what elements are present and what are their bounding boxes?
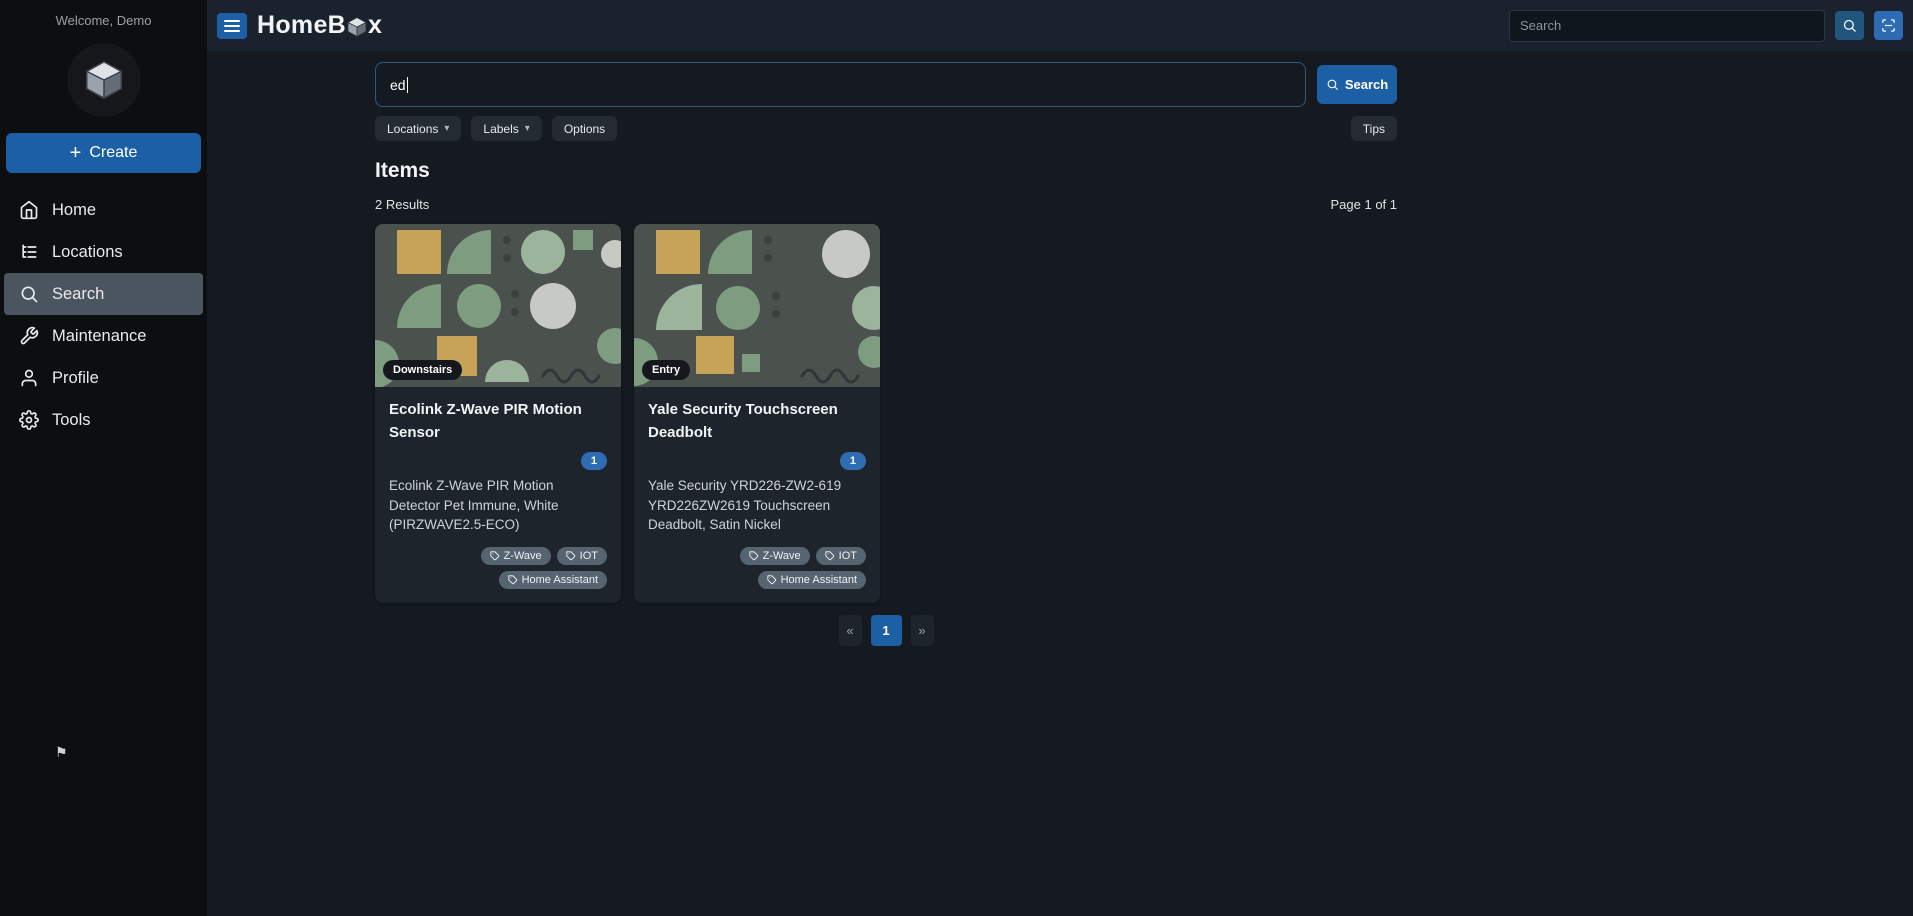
home-icon bbox=[20, 200, 38, 220]
box-logo-icon bbox=[85, 60, 122, 100]
tag-label: Home Assistant bbox=[780, 573, 857, 586]
sidebar-item-label: Locations bbox=[52, 242, 123, 261]
tag-icon bbox=[748, 551, 758, 560]
sidebar-item-home[interactable]: Home bbox=[4, 189, 203, 231]
plus-icon: + bbox=[69, 142, 82, 164]
tag-icon bbox=[507, 575, 517, 584]
tag-badge[interactable]: Home Assistant bbox=[757, 570, 866, 589]
item-image[interactable]: Entry bbox=[634, 224, 880, 388]
tag-label: Z-Wave bbox=[503, 549, 542, 562]
welcome-text: Welcome, Demo bbox=[55, 13, 152, 28]
tips-button[interactable]: Tips bbox=[1350, 116, 1397, 141]
chevron-down-icon: ▾ bbox=[444, 123, 450, 134]
filter-label: Locations bbox=[387, 121, 439, 136]
item-title: Ecolink Z-Wave PIR Motion Sensor bbox=[389, 401, 582, 441]
pagination-prev-button[interactable]: « bbox=[838, 614, 862, 646]
wrench-icon bbox=[20, 326, 39, 345]
main-area: HomeB x ed bbox=[207, 0, 1913, 916]
tag-icon bbox=[825, 551, 834, 560]
qr-scan-icon bbox=[1882, 19, 1895, 32]
tag-badge[interactable]: Home Assistant bbox=[498, 570, 607, 589]
search-icon bbox=[1843, 19, 1856, 32]
sidebar-item-label: Tools bbox=[52, 410, 91, 429]
chevron-down-icon: ▾ bbox=[524, 123, 530, 134]
content-column: ed Search Locations ▾ Labels ▾ Options T… bbox=[375, 51, 1397, 646]
item-card[interactable]: Downstairs Ecolink Z-Wave PIR Motion Sen… bbox=[375, 224, 621, 603]
item-description: Ecolink Z-Wave PIR Motion Detector Pet I… bbox=[389, 478, 559, 533]
pagination: « 1 » bbox=[375, 614, 1397, 646]
page-title: Items bbox=[375, 159, 430, 182]
sidebar-item-locations[interactable]: Locations bbox=[4, 231, 203, 273]
sidebar-item-maintenance[interactable]: Maintenance bbox=[4, 315, 203, 357]
filter-labels-button[interactable]: Labels ▾ bbox=[471, 116, 542, 141]
pagination-page-1-button[interactable]: 1 bbox=[870, 614, 902, 646]
item-image[interactable]: Downstairs bbox=[375, 224, 621, 388]
text-cursor bbox=[406, 76, 408, 93]
page-indicator: Page 1 of 1 bbox=[1330, 197, 1398, 213]
tips-label: Tips bbox=[1362, 121, 1385, 136]
filter-options-button[interactable]: Options bbox=[551, 116, 618, 141]
sidebar-item-label: Home bbox=[52, 200, 97, 219]
sidebar-footer-partial-icon: ⚑ bbox=[55, 744, 68, 760]
search-button-label: Search bbox=[1344, 77, 1389, 92]
tag-badge[interactable]: IOT bbox=[815, 546, 866, 565]
sidebar-item-label: Maintenance bbox=[52, 326, 147, 345]
tag-badge[interactable]: IOT bbox=[556, 546, 607, 565]
tree-icon bbox=[22, 244, 37, 258]
person-icon bbox=[21, 369, 37, 387]
gear-icon bbox=[19, 410, 39, 430]
topbar-search-button[interactable] bbox=[1835, 11, 1864, 40]
sidebar-item-profile[interactable]: Profile bbox=[4, 357, 203, 399]
item-tags: Z-Wave IOT Home Assistant bbox=[648, 535, 866, 589]
sidebar: Welcome, Demo + Create Home Locations Se… bbox=[0, 0, 207, 916]
sidebar-item-label: Profile bbox=[52, 368, 99, 387]
sidebar-item-search[interactable]: Search bbox=[4, 273, 203, 315]
location-badge[interactable]: Entry bbox=[642, 360, 691, 381]
sidebar-item-tools[interactable]: Tools bbox=[4, 399, 203, 441]
tag-label: IOT bbox=[838, 549, 857, 562]
search-icon bbox=[1327, 79, 1338, 90]
search-icon bbox=[21, 286, 38, 303]
item-tags: Z-Wave IOT Home Assistant bbox=[389, 535, 607, 589]
topbar: HomeB x bbox=[207, 0, 1913, 51]
create-button-label: Create bbox=[89, 144, 138, 161]
filter-locations-button[interactable]: Locations ▾ bbox=[375, 116, 462, 141]
tag-icon bbox=[566, 551, 575, 560]
filter-label: Options bbox=[563, 121, 606, 136]
topbar-search-input[interactable] bbox=[1509, 9, 1825, 42]
tag-badge[interactable]: Z-Wave bbox=[480, 546, 551, 565]
qr-scan-button[interactable] bbox=[1874, 11, 1903, 40]
search-input[interactable]: ed bbox=[375, 62, 1306, 107]
hamburger-menu-button[interactable] bbox=[217, 12, 247, 39]
search-input-value: ed bbox=[390, 76, 406, 93]
brand-prefix: HomeB bbox=[257, 11, 347, 39]
tag-icon bbox=[766, 575, 776, 584]
quantity-badge: 1 bbox=[839, 452, 866, 471]
results-count: 2 Results bbox=[375, 197, 430, 213]
item-title: Yale Security Touchscreen Deadbolt bbox=[648, 401, 838, 441]
tag-badge[interactable]: Z-Wave bbox=[739, 546, 810, 565]
item-description: Yale Security YRD226-ZW2-619 YRD226ZW261… bbox=[648, 478, 842, 533]
pagination-next-button[interactable]: » bbox=[910, 614, 934, 646]
brand-suffix: x bbox=[368, 11, 383, 39]
box-brand-icon bbox=[347, 16, 367, 37]
tag-label: IOT bbox=[579, 549, 598, 562]
homebox-logo bbox=[66, 43, 141, 117]
search-button[interactable]: Search bbox=[1317, 65, 1397, 104]
filter-label: Labels bbox=[483, 121, 519, 136]
quantity-badge: 1 bbox=[580, 452, 607, 471]
results-grid: Downstairs Ecolink Z-Wave PIR Motion Sen… bbox=[375, 224, 1397, 603]
item-card[interactable]: Entry Yale Security Touchscreen Deadbolt… bbox=[634, 224, 880, 603]
tag-label: Z-Wave bbox=[762, 549, 801, 562]
location-badge[interactable]: Downstairs bbox=[383, 360, 463, 381]
app-brand: HomeB x bbox=[257, 11, 382, 40]
tag-label: Home Assistant bbox=[521, 573, 598, 586]
create-button[interactable]: + Create bbox=[6, 133, 201, 173]
sidebar-nav: Home Locations Search Maintenance Profil… bbox=[0, 189, 207, 441]
sidebar-item-label: Search bbox=[52, 284, 105, 303]
tag-icon bbox=[489, 551, 499, 560]
